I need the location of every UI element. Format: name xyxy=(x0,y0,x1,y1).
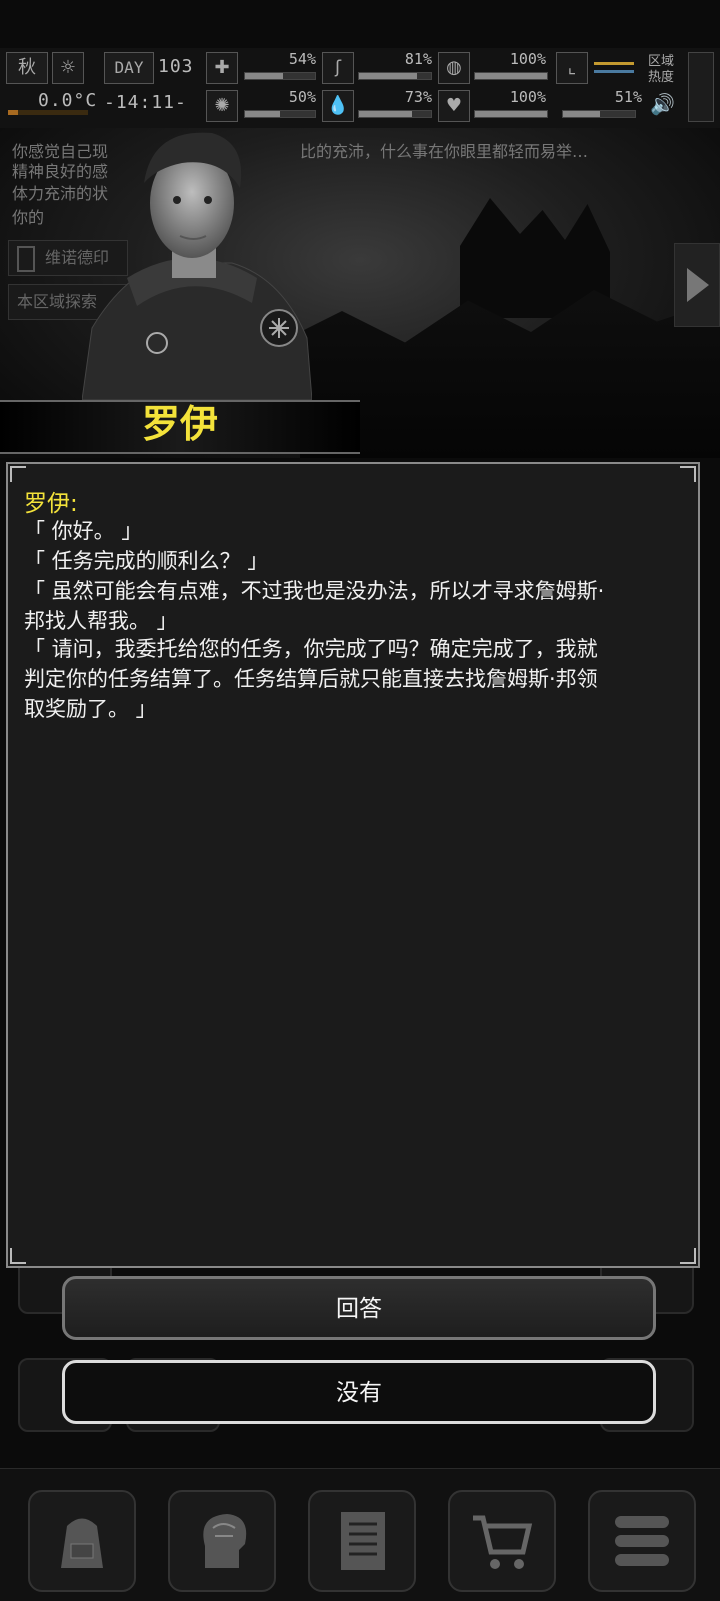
breath-bar xyxy=(474,72,548,80)
mind-percent: 50% xyxy=(288,88,316,106)
fatigue-percent: 51% xyxy=(614,88,642,106)
phone-icon xyxy=(17,245,35,272)
dialog-line: 判定你的任务结算了。任务结算后就只能直接去找詹姆斯·邦领 xyxy=(24,667,598,691)
dialog-line: 「 请问，我委托给您的任务，你完成了吗？确定完成了，我就 xyxy=(24,637,598,661)
log-line: 你的 xyxy=(12,208,45,227)
thirst-percent: 73% xyxy=(404,88,432,106)
menu-button[interactable] xyxy=(588,1490,696,1592)
clock-readout: -14:11- xyxy=(104,92,187,113)
heart-bar xyxy=(474,110,548,118)
dialog-line: 「 虽然可能会有点难，不过我也是没办法，所以才寻求詹姆斯· xyxy=(24,579,605,603)
log-line: 比的充沛，什么事在你眼里都轻而易举… xyxy=(300,142,589,161)
temperature-readout: 0.0°C xyxy=(38,90,98,111)
brain-icon xyxy=(203,1514,247,1568)
dialog-line: 取奖励了。 」 xyxy=(24,697,157,721)
journal-button[interactable] xyxy=(308,1490,416,1592)
water-drop-icon: 💧 xyxy=(322,90,354,122)
npc-name: 罗伊 xyxy=(141,402,218,446)
boot-icon: ⌞ xyxy=(556,52,588,84)
speaker-icon[interactable]: 🔊 xyxy=(650,92,675,116)
heart-percent: 100% xyxy=(509,88,546,106)
stomach-icon: ʃ xyxy=(322,52,354,84)
cart-icon xyxy=(473,1515,533,1569)
corner-ornament xyxy=(680,1248,696,1264)
backpack-button[interactable] xyxy=(28,1490,136,1592)
day-label: DAY xyxy=(104,52,154,84)
skills-button[interactable] xyxy=(168,1490,276,1592)
status-bar: 秋 ☼ DAY 103 0.0°C -14:11- ✚ 54% ✺ 50% ʃ … xyxy=(0,48,720,129)
menu-icon xyxy=(615,1516,669,1566)
stamina-indicator xyxy=(594,62,634,65)
health-percent: 54% xyxy=(288,50,316,68)
stamina-indicator-2 xyxy=(594,70,634,73)
fatigue-bar xyxy=(562,110,636,118)
corner-ornament xyxy=(680,466,696,482)
dialog-line: 「 你好。 」 xyxy=(24,519,143,543)
thirst-bar xyxy=(358,110,432,118)
next-arrow-icon[interactable] xyxy=(674,243,720,327)
temperature-bar xyxy=(8,110,88,115)
zone-heat-meter xyxy=(688,52,714,122)
health-bar xyxy=(244,72,316,80)
npc-portrait xyxy=(81,128,313,401)
backpack-icon xyxy=(61,1518,103,1568)
shop-button[interactable] xyxy=(448,1490,556,1592)
answer-button[interactable]: 回答 xyxy=(62,1276,656,1340)
season-indicator: 秋 xyxy=(6,52,48,84)
day-counter: 103 xyxy=(158,56,194,77)
brain-icon: ✺ xyxy=(206,90,238,122)
corner-ornament xyxy=(10,466,26,482)
breath-percent: 100% xyxy=(509,50,546,68)
dialog-line: 「 任务完成的顺利么？ 」 xyxy=(24,549,269,573)
no-button[interactable]: 没有 xyxy=(62,1360,656,1424)
notebook-icon xyxy=(341,1512,385,1570)
dialog-line: 邦找人帮我。 」 xyxy=(24,609,178,633)
hunger-percent: 81% xyxy=(404,50,432,68)
mind-bar xyxy=(244,110,316,118)
hunger-bar xyxy=(358,72,432,80)
sun-icon: ☼ xyxy=(52,52,84,84)
zone-heat-label: 区域 热度 xyxy=(648,54,675,85)
dialog-speaker: 罗伊: xyxy=(24,491,78,517)
medkit-icon: ✚ xyxy=(206,52,238,84)
corner-ornament xyxy=(10,1248,26,1264)
